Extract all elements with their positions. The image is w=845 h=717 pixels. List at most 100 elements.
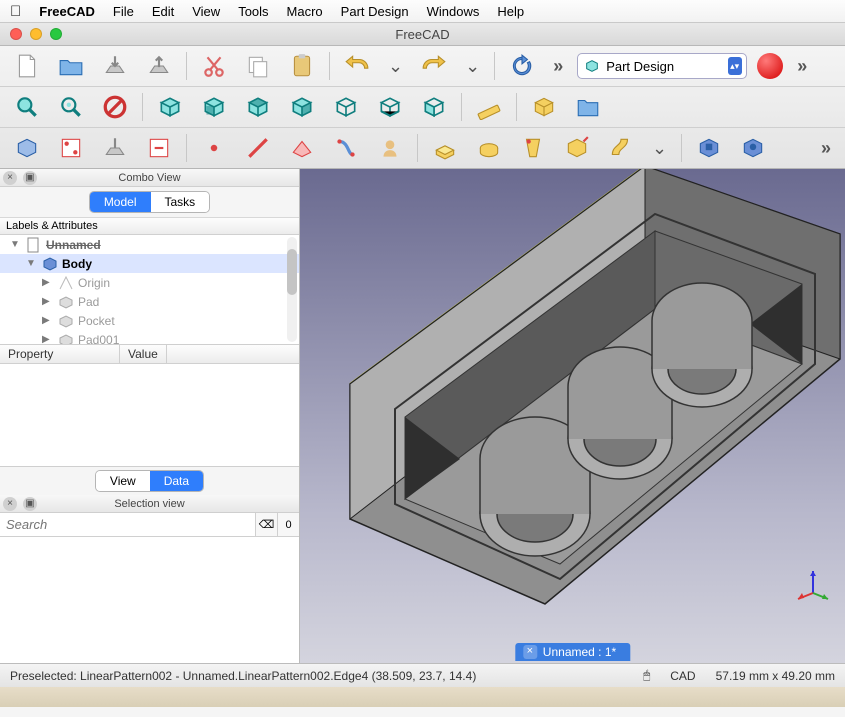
- save-button[interactable]: [98, 50, 132, 82]
- loft-button[interactable]: [516, 132, 550, 164]
- selection-search-input[interactable]: [0, 513, 255, 536]
- redo-dropdown[interactable]: ⌄: [461, 56, 484, 77]
- menu-partdesign[interactable]: Part Design: [341, 4, 409, 19]
- 3d-viewport[interactable]: × Unnamed : 1*: [300, 169, 845, 663]
- view-data-tabs: View Data: [95, 470, 204, 492]
- traffic-light-close[interactable]: [10, 28, 22, 40]
- datum-plane-button[interactable]: [285, 132, 319, 164]
- draw-style-button[interactable]: [98, 91, 132, 123]
- left-view-button[interactable]: [417, 91, 451, 123]
- tree-header: Labels & Attributes: [0, 218, 299, 235]
- traffic-light-zoom[interactable]: [50, 28, 62, 40]
- menu-edit[interactable]: Edit: [152, 4, 174, 19]
- prop-col-value: Value: [120, 345, 167, 363]
- menu-help[interactable]: Help: [497, 4, 524, 19]
- property-panel: Property Value: [0, 345, 299, 467]
- datum-line-button[interactable]: [241, 132, 275, 164]
- pipe-button[interactable]: [604, 132, 638, 164]
- overflow-3[interactable]: »: [817, 138, 835, 159]
- menu-tools[interactable]: Tools: [238, 4, 268, 19]
- combo-view-float[interactable]: ▣: [23, 171, 37, 185]
- fit-all-button[interactable]: [10, 91, 44, 123]
- edit-sketch-button[interactable]: [98, 132, 132, 164]
- shapebinder-button[interactable]: [329, 132, 363, 164]
- datum-point-button[interactable]: [197, 132, 231, 164]
- rear-view-button[interactable]: [329, 91, 363, 123]
- undo-dropdown[interactable]: ⌄: [384, 56, 407, 77]
- refresh-button[interactable]: [505, 50, 539, 82]
- window-titlebar: FreeCAD: [0, 22, 845, 46]
- tree-scroll-thumb[interactable]: [287, 249, 297, 295]
- selection-view-header: × ▣ Selection view: [0, 495, 299, 513]
- tab-view[interactable]: View: [96, 471, 150, 491]
- map-sketch-button[interactable]: [142, 132, 176, 164]
- pad-button[interactable]: [428, 132, 462, 164]
- main-area: × ▣ Combo View Model Tasks Labels & Attr…: [0, 169, 845, 663]
- overflow-2[interactable]: »: [793, 56, 811, 77]
- selection-view-close[interactable]: ×: [3, 497, 17, 511]
- top-view-button[interactable]: [241, 91, 275, 123]
- status-bar: Preselected: LinearPattern002 - Unnamed.…: [0, 663, 845, 687]
- additive-dropdown[interactable]: ⌄: [648, 138, 671, 159]
- tab-model[interactable]: Model: [90, 192, 151, 212]
- toolbars: ⌄ ⌄ » Part Design ▴▾ »: [0, 46, 845, 169]
- status-nav-mode[interactable]: CAD: [670, 669, 695, 683]
- menu-file[interactable]: File: [113, 4, 134, 19]
- cut-button[interactable]: [197, 50, 231, 82]
- create-body-button[interactable]: [10, 132, 44, 164]
- create-sketch-button[interactable]: [54, 132, 88, 164]
- revolution-button[interactable]: [472, 132, 506, 164]
- document-tab-close[interactable]: ×: [523, 645, 537, 659]
- new-doc-button[interactable]: [10, 50, 44, 82]
- prop-col-property: Property: [0, 345, 120, 363]
- menu-windows[interactable]: Windows: [427, 4, 480, 19]
- copy-button[interactable]: [241, 50, 275, 82]
- toolbar-file: ⌄ ⌄ » Part Design ▴▾ »: [0, 46, 845, 87]
- tree-item-body[interactable]: ▼ Body: [0, 254, 299, 273]
- workbench-label: Part Design: [606, 59, 674, 74]
- apple-menu[interactable]: : [10, 3, 21, 20]
- status-dimensions: 57.19 mm x 49.20 mm: [716, 669, 835, 683]
- selection-view: ⌫ 0: [0, 513, 299, 663]
- pocket-button[interactable]: [692, 132, 726, 164]
- open-doc-button[interactable]: [54, 50, 88, 82]
- bottom-view-button[interactable]: [373, 91, 407, 123]
- selection-view-float[interactable]: ▣: [23, 497, 37, 511]
- tree-item-pocket[interactable]: ▶ Pocket: [0, 311, 299, 330]
- fit-selection-button[interactable]: [54, 91, 88, 123]
- sweep-button[interactable]: [560, 132, 594, 164]
- overflow-1[interactable]: »: [549, 56, 567, 77]
- selection-list[interactable]: [0, 537, 299, 663]
- status-preselect: Preselected: LinearPattern002 - Unnamed.…: [10, 669, 476, 683]
- paste-button[interactable]: [285, 50, 319, 82]
- macro-record-button[interactable]: [757, 53, 783, 79]
- document-tab[interactable]: × Unnamed : 1*: [515, 643, 630, 661]
- combo-view-close[interactable]: ×: [3, 171, 17, 185]
- traffic-light-minimize[interactable]: [30, 28, 42, 40]
- axis-indicator: [793, 563, 833, 603]
- front-view-button[interactable]: [197, 91, 231, 123]
- measure-button[interactable]: [472, 91, 506, 123]
- tree-item-pad[interactable]: ▶ Pad: [0, 292, 299, 311]
- redo-button[interactable]: [417, 50, 451, 82]
- saveas-button[interactable]: [142, 50, 176, 82]
- workbench-selector[interactable]: Part Design ▴▾: [577, 53, 747, 79]
- undo-button[interactable]: [340, 50, 374, 82]
- menu-app[interactable]: FreeCAD: [39, 4, 95, 19]
- menu-view[interactable]: View: [192, 4, 220, 19]
- tree-item-doc[interactable]: ▼ Unnamed: [0, 235, 299, 254]
- tree-item-pad001[interactable]: ▶ Pad001: [0, 330, 299, 345]
- tab-tasks[interactable]: Tasks: [151, 192, 210, 212]
- isometric-view-button[interactable]: [153, 91, 187, 123]
- tab-data[interactable]: Data: [150, 471, 203, 491]
- model-tree[interactable]: ▼ Unnamed ▼ Body ▶ Origin ▶ Pad ▶: [0, 235, 299, 345]
- menu-macro[interactable]: Macro: [287, 4, 323, 19]
- group-button[interactable]: [571, 91, 605, 123]
- tree-item-origin[interactable]: ▶ Origin: [0, 273, 299, 292]
- clone-button[interactable]: [373, 132, 407, 164]
- selection-clear-button[interactable]: ⌫: [255, 513, 277, 536]
- hole-button[interactable]: [736, 132, 770, 164]
- part-button[interactable]: [527, 91, 561, 123]
- right-view-button[interactable]: [285, 91, 319, 123]
- selection-view-title: Selection view: [114, 498, 184, 510]
